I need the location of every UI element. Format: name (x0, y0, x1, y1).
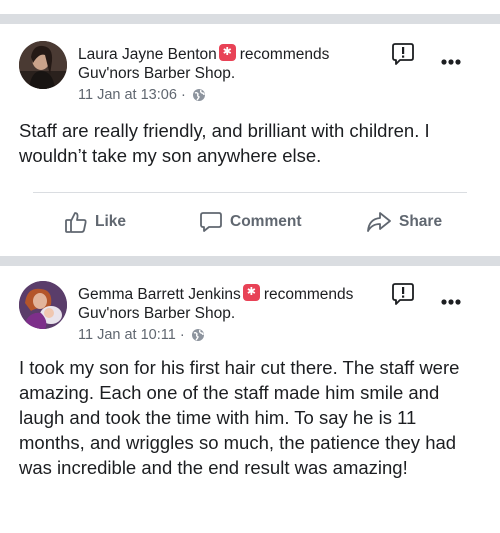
business-name[interactable]: Guv'nors Barber Shop. (78, 304, 378, 324)
recommend-badge-icon: ✱ (218, 44, 236, 61)
business-name[interactable]: Guv'nors Barber Shop. (78, 64, 378, 84)
globe-icon (192, 89, 205, 101)
post-header: Laura Jayne Benton ✱ recommends Guv'nors B… (78, 44, 378, 105)
author-name[interactable]: Gemma Barrett Jenkins (78, 286, 241, 303)
share-label: Share (399, 213, 443, 230)
avatar[interactable] (19, 281, 67, 329)
timestamp[interactable]: 11 Jan at 10:11 (78, 327, 176, 343)
comment-icon (200, 212, 222, 232)
recommend-badge-icon: ✱ (242, 284, 260, 301)
report-icon[interactable] (391, 282, 415, 306)
comment-label: Comment (230, 213, 302, 230)
post-meta: 11 Jan at 10:11 · (78, 325, 378, 345)
like-label: Like (95, 213, 127, 230)
actions-divider (33, 192, 467, 193)
thumbs-up-icon (65, 212, 87, 233)
report-icon[interactable] (391, 42, 415, 66)
share-button[interactable]: Share (366, 209, 442, 235)
share-icon (367, 212, 391, 232)
meta-separator: · (180, 87, 186, 103)
like-button[interactable]: Like (64, 209, 126, 235)
post-text: I took my son for his first hair cut the… (19, 357, 460, 478)
comment-button[interactable]: Comment (199, 209, 301, 235)
feed-separator (0, 256, 500, 266)
recommends-label: recommends (239, 46, 330, 63)
more-options-icon[interactable] (440, 58, 462, 66)
globe-icon (191, 329, 204, 341)
author-name[interactable]: Laura Jayne Benton (78, 46, 217, 63)
post-text: Staff are really friendly, and brilliant… (19, 120, 430, 166)
meta-separator: · (179, 327, 185, 343)
timestamp[interactable]: 11 Jan at 13:06 (78, 87, 177, 103)
avatar[interactable] (19, 41, 67, 89)
more-options-icon[interactable] (440, 298, 462, 306)
post-meta: 11 Jan at 13:06 · (78, 85, 378, 105)
feed-separator (0, 14, 500, 24)
recommends-label: recommends (263, 286, 354, 303)
post-header: Gemma Barrett Jenkins ✱ recommends Guv'nor… (78, 284, 378, 345)
